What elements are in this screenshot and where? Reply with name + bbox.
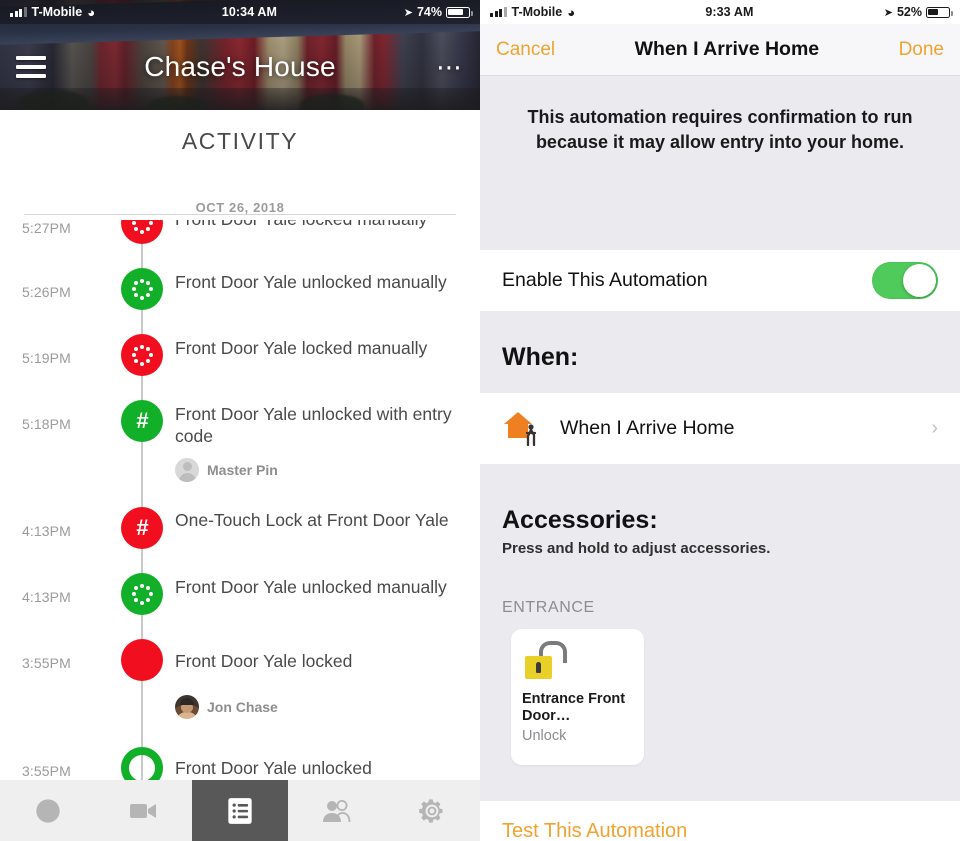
when-trigger-row[interactable]: When I Arrive Home › <box>480 393 960 464</box>
when-heading: When: <box>502 343 579 371</box>
event-subject-label: Jon Chase <box>207 699 278 715</box>
location-arrow-icon: ➤ <box>403 6 413 19</box>
status-bar: T-Mobile ◕ 10:34 AM ➤ 74% <box>0 0 480 24</box>
confirmation-notice-text: This automation requires confirmation to… <box>527 107 913 152</box>
event-time: 3:55PM <box>22 655 71 671</box>
enable-automation-label: Enable This Automation <box>502 269 708 291</box>
event-text: Front Door Yale locked manually <box>175 338 428 358</box>
avatar <box>175 458 199 482</box>
event-subject: Master Pin <box>175 458 278 482</box>
enable-automation-row[interactable]: Enable This Automation <box>480 250 960 311</box>
status-right: ➤ 52% <box>883 5 953 19</box>
event-subject: Jon Chase <box>175 695 278 719</box>
status-left: T-Mobile ◕ <box>490 5 575 19</box>
status-left: T-Mobile ◕ <box>10 5 95 19</box>
event-time: 5:19PM <box>22 350 71 366</box>
accessories-section-header: Accessories: Press and hold to adjust ac… <box>480 464 960 604</box>
date-header: OCT 26, 2018 <box>0 200 480 220</box>
location-arrow-icon: ➤ <box>883 6 893 19</box>
battery-percent-label: 52% <box>896 5 922 19</box>
event-time: 5:27PM <box>22 220 71 236</box>
event-time: 5:18PM <box>22 416 71 432</box>
manual-dots-icon <box>121 268 163 310</box>
sidebar-item-lock[interactable] <box>0 780 96 841</box>
solid-lock-dot-icon <box>121 639 163 681</box>
nav-title: When I Arrive Home <box>634 38 820 60</box>
done-button[interactable]: Done <box>899 39 944 61</box>
sidebar-item-camera[interactable] <box>96 780 192 841</box>
manual-dots-icon <box>121 334 163 376</box>
when-trigger-label: When I Arrive Home <box>560 417 735 439</box>
event-text: Front Door Yale unlocked manually <box>175 272 447 292</box>
dual-screenshot-container: T-Mobile ◕ 10:34 AM ➤ 74% Chase's House … <box>0 0 960 841</box>
pedestrian-icon <box>525 423 537 446</box>
battery-percent-label: 74% <box>416 5 442 19</box>
accessory-state: Unlock <box>522 728 567 744</box>
dot-ring <box>130 277 154 301</box>
carrier-label: T-Mobile <box>31 5 83 19</box>
hamburger-menu-icon[interactable] <box>16 56 46 78</box>
battery-icon <box>926 6 953 18</box>
navigation-bar: Cancel When I Arrive Home Done <box>480 24 960 76</box>
cancel-button[interactable]: Cancel <box>496 39 555 61</box>
accessories-heading: Accessories: <box>502 506 658 534</box>
event-text: Front Door Yale unlocked manually <box>175 577 447 597</box>
chevron-right-icon: › <box>931 417 938 439</box>
wifi-icon: ◕ <box>567 4 576 20</box>
activity-screen: T-Mobile ◕ 10:34 AM ➤ 74% Chase's House … <box>0 0 480 841</box>
gear-icon <box>419 798 443 823</box>
wifi-icon: ◕ <box>87 4 96 20</box>
page-title: Chase's House <box>144 51 336 82</box>
more-options-icon[interactable]: ⋯ <box>434 54 464 80</box>
status-right: ➤ 74% <box>403 5 473 19</box>
circle-lock-icon <box>36 798 60 823</box>
accessory-group-label: ENTRANCE <box>502 599 595 616</box>
cellular-signal-icon <box>10 7 27 17</box>
activity-timeline[interactable]: 5:27PM Front Door Yale locked manually 5… <box>0 206 480 792</box>
battery-icon <box>446 6 473 18</box>
video-camera-icon <box>130 803 156 818</box>
dot-ring <box>130 582 154 606</box>
sidebar-item-guests[interactable] <box>288 780 384 841</box>
sidebar-item-activity[interactable] <box>192 780 288 841</box>
home-arrive-icon <box>502 411 542 446</box>
when-section-header: When: <box>480 311 960 393</box>
accessories-subtitle: Press and hold to adjust accessories. <box>502 540 771 557</box>
status-bar: T-Mobile ◕ 9:33 AM ➤ 52% <box>480 0 960 24</box>
test-automation-button[interactable]: Test This Automation <box>502 820 687 841</box>
event-subject-label: Master Pin <box>207 462 278 478</box>
keypad-hash-icon: # <box>121 507 163 549</box>
cellular-signal-icon <box>490 7 507 17</box>
clock-label: 10:34 AM <box>221 5 278 19</box>
manual-dots-icon <box>121 573 163 615</box>
carrier-label: T-Mobile <box>511 5 563 19</box>
confirmation-notice: This automation requires confirmation to… <box>480 77 960 250</box>
sidebar-item-settings[interactable] <box>384 780 480 841</box>
list-icon <box>228 797 252 824</box>
event-text: One-Touch Lock at Front Door Yale <box>175 510 449 530</box>
unlocked-padlock-icon <box>524 641 570 683</box>
clock-label: 9:33 AM <box>705 5 754 19</box>
dot-ring <box>130 343 154 367</box>
accessory-name: Entrance Front Door… <box>522 691 626 724</box>
avatar <box>175 695 199 719</box>
event-time: 4:13PM <box>22 589 71 605</box>
bottom-tab-bar[interactable] <box>0 780 480 841</box>
keypad-hash-icon: # <box>121 400 163 442</box>
event-text: Front Door Yale unlocked <box>175 758 372 778</box>
accessory-tile[interactable]: Entrance Front Door… Unlock <box>511 629 644 765</box>
date-divider <box>24 214 456 215</box>
event-text: Front Door Yale unlocked with entry code <box>175 404 452 446</box>
home-header-bar: Chase's House ⋯ <box>0 24 480 110</box>
event-time: 3:55PM <box>22 763 71 779</box>
event-time: 4:13PM <box>22 523 71 539</box>
event-time: 5:26PM <box>22 284 71 300</box>
people-icon <box>323 799 351 822</box>
automation-edit-screen: T-Mobile ◕ 9:33 AM ➤ 52% Cancel When I A… <box>480 0 960 841</box>
activity-section-title: ACTIVITY <box>181 128 299 154</box>
enable-automation-toggle[interactable] <box>872 262 938 299</box>
event-text: Front Door Yale locked <box>175 651 353 671</box>
